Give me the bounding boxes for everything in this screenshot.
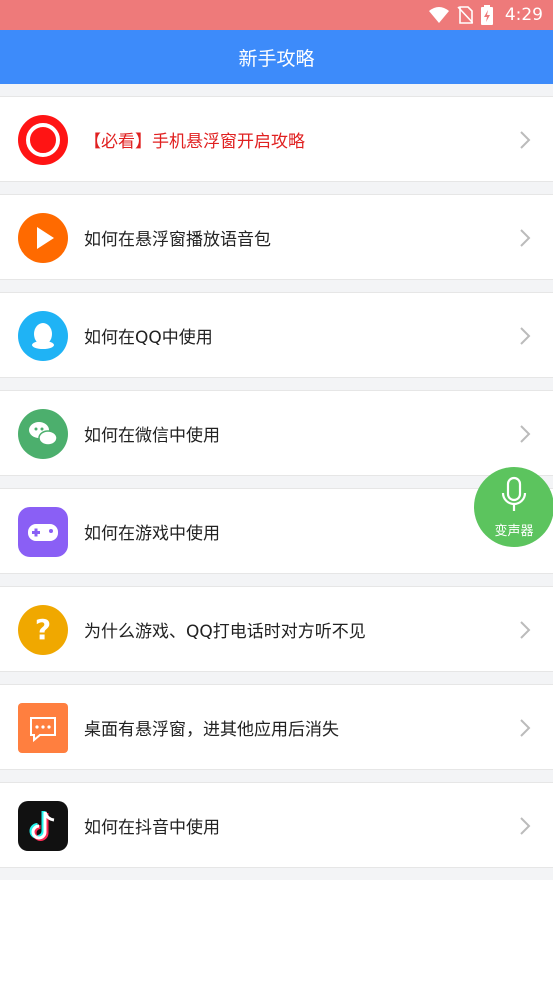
list-item-label: 如何在微信中使用 [84, 425, 220, 446]
chevron-right-icon [515, 620, 535, 640]
chevron-right-icon [515, 130, 535, 150]
play-icon [18, 213, 68, 263]
svg-text:?: ? [35, 613, 51, 646]
list-item[interactable]: 如何在游戏中使用 [0, 488, 553, 574]
message-icon [18, 703, 68, 753]
record-icon [18, 115, 68, 165]
list-item-label: 如何在抖音中使用 [84, 817, 220, 838]
list-item[interactable]: 如何在悬浮窗播放语音包 [0, 194, 553, 280]
list-item[interactable]: 如何在QQ中使用 [0, 292, 553, 378]
list-item[interactable]: 桌面有悬浮窗，进其他应用后消失 [0, 684, 553, 770]
qq-icon [18, 311, 68, 361]
chevron-right-icon [515, 228, 535, 248]
no-sim-icon [457, 6, 473, 24]
list-item-label: 为什么游戏、QQ打电话时对方听不见 [84, 621, 366, 642]
chevron-right-icon [515, 424, 535, 444]
list-item-label: 【必看】手机悬浮窗开启攻略 [84, 131, 305, 152]
page-title: 新手攻略 [238, 47, 315, 70]
list-item[interactable]: ? 为什么游戏、QQ打电话时对方听不见 [0, 586, 553, 672]
list-item[interactable]: 如何在微信中使用 [0, 390, 553, 476]
guide-list: 【必看】手机悬浮窗开启攻略 如何在悬浮窗播放语音包 如何在QQ中使用 如何在微信… [0, 84, 553, 880]
chevron-right-icon [515, 718, 535, 738]
list-item-label: 如何在游戏中使用 [84, 523, 220, 544]
voice-changer-label: 变声器 [494, 523, 534, 539]
tiktok-icon [18, 801, 68, 851]
question-icon: ? [18, 605, 68, 655]
wechat-icon [18, 409, 68, 459]
app-bar: 新手攻略 [0, 30, 553, 84]
status-time: 4:29 [504, 5, 543, 25]
list-item-label: 如何在QQ中使用 [84, 327, 213, 348]
chevron-right-icon [515, 326, 535, 346]
microphone-icon [499, 476, 529, 518]
battery-charging-icon [480, 5, 493, 25]
list-item-label: 桌面有悬浮窗，进其他应用后消失 [84, 719, 339, 740]
status-bar: 4:29 [0, 0, 553, 30]
list-item[interactable]: 【必看】手机悬浮窗开启攻略 [0, 96, 553, 182]
list-item-label: 如何在悬浮窗播放语音包 [84, 229, 271, 250]
voice-changer-button[interactable]: 变声器 [474, 467, 553, 547]
gamepad-icon [18, 507, 68, 557]
list-item[interactable]: 如何在抖音中使用 [0, 782, 553, 868]
chevron-right-icon [515, 816, 535, 836]
wifi-icon [428, 7, 449, 23]
